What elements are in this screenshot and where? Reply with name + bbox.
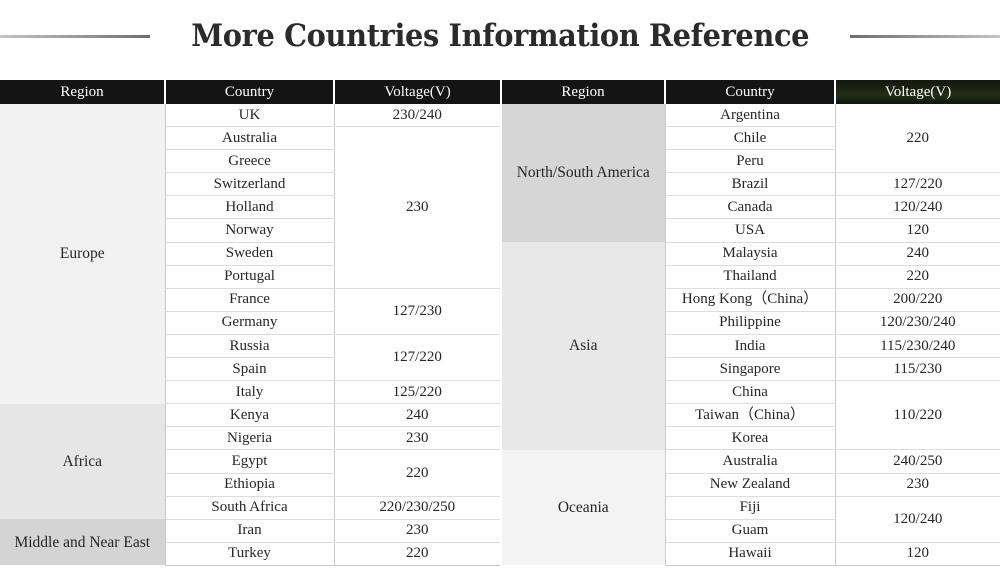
voltage-cell: 127/220: [835, 172, 1000, 197]
country-cell: Argentina: [665, 104, 836, 128]
country-cell: Fiji: [665, 496, 836, 520]
voltage-cell: 240/250: [835, 449, 1000, 474]
right-table-panel: Region Country Voltage(V) North/South Ameri…: [502, 80, 1000, 566]
region-cell: North/South America: [502, 104, 666, 243]
voltage-cell: 127/230: [334, 288, 500, 335]
left-table: Region Country Voltage(V) Europe UK 230/240 Au…: [0, 80, 500, 566]
voltage-cell: 220/230/250: [334, 496, 500, 520]
title-rule-left-decoration: [0, 34, 150, 38]
country-cell: Portugal: [165, 265, 335, 289]
voltage-cell: 230/240: [334, 104, 500, 128]
table-row: North/South America Argentina 220: [502, 104, 1000, 243]
voltage-cell: 125/220: [334, 380, 500, 405]
voltage-cell: 115/230: [835, 357, 1000, 382]
voltage-cell: 115/230/240: [835, 334, 1000, 359]
voltage-cell: 230: [334, 426, 500, 451]
header-voltage: Voltage(V): [834, 80, 1000, 104]
country-cell: Spain: [165, 357, 335, 382]
page-title: More Countries Information Reference: [191, 18, 809, 54]
voltage-cell: 200/220: [835, 288, 1000, 312]
country-cell: Ethiopia: [165, 473, 335, 497]
country-cell: Holland: [165, 195, 335, 220]
voltage-cell: 110/220: [835, 380, 1000, 451]
country-cell: Italy: [165, 380, 335, 405]
country-cell: Nigeria: [165, 426, 335, 451]
country-cell: Iran: [165, 519, 335, 543]
voltage-cell: 240: [334, 403, 500, 428]
header-country: Country: [664, 80, 835, 104]
country-cell: Germany: [165, 311, 335, 335]
left-table-panel: Region Country Voltage(V) Europe UK 230/240 Au…: [0, 80, 500, 566]
country-cell: France: [165, 288, 335, 312]
country-cell: UK: [165, 104, 335, 128]
voltage-cell: 230: [334, 126, 500, 289]
voltage-cell: 220: [334, 542, 500, 566]
voltage-reference-tables: Region Country Voltage(V) Europe UK 230/240 Au…: [0, 80, 1000, 566]
voltage-cell: 120: [835, 218, 1000, 243]
reference-sheet: More Countries Information Reference Reg…: [0, 0, 1000, 574]
country-cell: New Zealand: [665, 473, 836, 497]
country-cell: Malaysia: [665, 242, 836, 266]
voltage-cell: 240: [835, 242, 1000, 266]
voltage-cell: 120/240: [835, 195, 1000, 220]
voltage-cell: 120/230/240: [835, 311, 1000, 335]
country-cell: Korea: [665, 426, 836, 451]
country-cell: South Africa: [165, 496, 335, 520]
country-cell: Thailand: [665, 265, 836, 289]
country-cell: Peru: [665, 149, 836, 174]
country-cell: Russia: [165, 334, 335, 359]
header-voltage: Voltage(V): [333, 80, 500, 104]
table-row: Oceania Australia 240/250: [502, 449, 1000, 566]
voltage-cell: 120: [835, 542, 1000, 566]
country-cell: Turkey: [165, 542, 335, 566]
country-cell: Canada: [665, 195, 836, 220]
country-cell: Singapore: [665, 357, 836, 382]
country-cell: Kenya: [165, 403, 335, 428]
right-table: Region Country Voltage(V) North/South Ameri…: [502, 80, 1000, 566]
country-cell: Greece: [165, 149, 335, 174]
country-cell: USA: [665, 218, 836, 243]
header-country: Country: [164, 80, 334, 104]
voltage-cell: 230: [334, 519, 500, 543]
voltage-cell: 220: [334, 449, 500, 497]
region-cell: Africa: [0, 403, 166, 520]
table-row: Europe UK 230/240: [0, 104, 500, 404]
region-cell: Europe: [0, 104, 166, 404]
voltage-cell: 230: [835, 473, 1000, 497]
table-row: Middle and Near East Iran 230: [0, 519, 500, 566]
country-cell: Philippine: [665, 311, 836, 335]
country-cell: Australia: [165, 126, 335, 151]
country-cell: Chile: [665, 126, 836, 151]
country-cell: Hawaii: [665, 542, 836, 566]
voltage-cell: 120/240: [835, 496, 1000, 543]
country-cell: India: [665, 334, 836, 359]
country-cell: Hong Kong（China）: [665, 288, 836, 312]
country-cell: Taiwan（China）: [665, 403, 836, 428]
country-cell: Australia: [665, 449, 836, 474]
country-cell: Brazil: [665, 172, 836, 197]
table-row: Africa Kenya 240: [0, 403, 500, 520]
voltage-cell: 127/220: [334, 334, 500, 382]
table-header-row: Region Country Voltage(V): [502, 80, 1000, 104]
voltage-cell: 220: [835, 265, 1000, 289]
table-header-row: Region Country Voltage(V): [0, 80, 500, 104]
table-row: Asia Malaysia 240: [502, 242, 1000, 450]
country-cell: Sweden: [165, 242, 335, 266]
country-cell: China: [665, 380, 836, 405]
voltage-cell: 220: [835, 104, 1000, 174]
title-rule-right-decoration: [850, 34, 1000, 38]
header-region: Region: [0, 80, 165, 104]
country-cell: Guam: [665, 519, 836, 543]
title-block: More Countries Information Reference: [0, 8, 1000, 64]
country-cell: Norway: [165, 218, 335, 243]
header-region: Region: [502, 80, 665, 104]
region-cell: Middle and Near East: [0, 519, 166, 566]
country-cell: Switzerland: [165, 172, 335, 197]
region-cell: Oceania: [502, 449, 666, 566]
country-cell: Egypt: [165, 449, 335, 474]
region-cell: Asia: [502, 242, 666, 450]
